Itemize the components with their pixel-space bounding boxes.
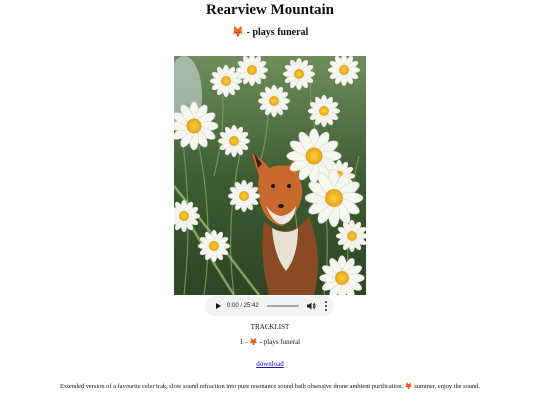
album-cover-image [174, 56, 366, 295]
page: Rearview Mountain 🦊 - plays funeral 0:00… [0, 0, 540, 405]
play-icon[interactable] [216, 303, 221, 309]
subtitle-text: - plays funeral [244, 27, 309, 38]
page-subtitle: 🦊 - plays funeral [0, 27, 540, 38]
description-text: Extended version of a favourite celer tr… [60, 383, 405, 390]
volume-icon[interactable] [306, 301, 316, 311]
audio-player[interactable]: 0:00 / 25:42 [205, 296, 334, 316]
page-title: Rearview Mountain [206, 2, 334, 18]
download-link[interactable]: download [256, 360, 284, 368]
description-tail: summer, enjoy the sound. [412, 383, 480, 390]
fox-icon: 🦊 [404, 382, 413, 390]
track-number: 1 - [239, 338, 250, 346]
fox-icon: 🦊 [231, 27, 245, 38]
tracklist-heading: TRACKLIST [250, 323, 290, 331]
track-item: 1 - 🦊 - plays funeral [0, 338, 540, 346]
description: Extended version of a favourite celer tr… [0, 382, 540, 390]
fox-icon: 🦊 [249, 338, 258, 346]
track-title: - plays funeral [257, 338, 301, 346]
player-time: 0:00 / 25:42 [227, 303, 259, 309]
more-options-icon[interactable] [324, 301, 328, 311]
seek-bar[interactable] [266, 305, 299, 307]
